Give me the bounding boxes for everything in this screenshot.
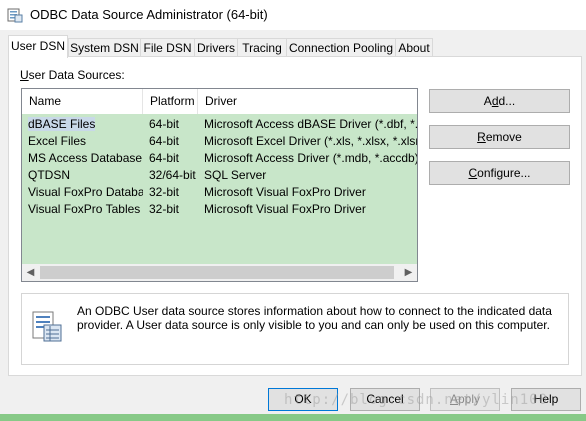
column-header-platform[interactable]: Platform bbox=[143, 89, 198, 114]
row-platform: 32-bit bbox=[149, 185, 180, 199]
row-platform: 32/64-bit bbox=[149, 168, 196, 182]
apply-button[interactable]: Apply bbox=[430, 388, 500, 411]
row-platform: 64-bit bbox=[149, 151, 180, 165]
row-platform: 32-bit bbox=[149, 202, 180, 216]
list-item[interactable]: Visual FoxPro Tables 32-bit Microsoft Vi… bbox=[22, 201, 417, 218]
cancel-button[interactable]: Cancel bbox=[350, 388, 420, 411]
tab-about[interactable]: About bbox=[395, 38, 433, 57]
column-header-driver[interactable]: Driver bbox=[198, 89, 417, 114]
remove-button[interactable]: Remove bbox=[429, 125, 570, 149]
row-name: Visual FoxPro Tables bbox=[28, 202, 141, 216]
row-name: MS Access Database bbox=[28, 151, 143, 165]
configure-button[interactable]: Configure... bbox=[429, 161, 570, 185]
desktop-edge bbox=[0, 414, 586, 421]
row-driver: Microsoft Access Driver (*.mdb, *.accdb) bbox=[204, 151, 417, 165]
row-platform: 64-bit bbox=[149, 117, 180, 131]
row-name: Visual FoxPro Database bbox=[28, 185, 143, 199]
horizontal-scrollbar[interactable]: ◀ ▶ bbox=[22, 264, 417, 281]
odbc-app-icon bbox=[7, 8, 23, 23]
info-description: An ODBC User data source stores informat… bbox=[77, 304, 552, 332]
list-item[interactable]: QTDSN 32/64-bit SQL Server bbox=[22, 167, 417, 184]
tab-drivers[interactable]: Drivers bbox=[194, 38, 238, 57]
row-name: QTDSN bbox=[28, 168, 70, 182]
data-source-document-icon bbox=[32, 311, 62, 342]
window-title: ODBC Data Source Administrator (64-bit) bbox=[30, 7, 268, 22]
list-item[interactable]: Visual FoxPro Database 32-bit Microsoft … bbox=[22, 184, 417, 201]
list-body: dBASE Files 64-bit Microsoft Access dBAS… bbox=[22, 114, 417, 264]
row-driver: Microsoft Access dBASE Driver (*.dbf, *.… bbox=[204, 117, 417, 131]
scroll-right-icon[interactable]: ▶ bbox=[400, 264, 417, 281]
list-item[interactable]: Excel Files 64-bit Microsoft Excel Drive… bbox=[22, 133, 417, 150]
row-driver: Microsoft Excel Driver (*.xls, *.xlsx, *… bbox=[204, 134, 417, 148]
row-driver: Microsoft Visual FoxPro Driver bbox=[204, 202, 366, 216]
row-driver: SQL Server bbox=[204, 168, 267, 182]
scroll-left-icon[interactable]: ◀ bbox=[22, 264, 39, 281]
title-bar: ODBC Data Source Administrator (64-bit) bbox=[0, 0, 586, 30]
help-button[interactable]: Help bbox=[511, 388, 581, 411]
row-driver: Microsoft Visual FoxPro Driver bbox=[204, 185, 366, 199]
user-data-sources-label: User Data Sources: bbox=[20, 68, 125, 82]
row-platform: 64-bit bbox=[149, 134, 180, 148]
tab-file-dsn[interactable]: File DSN bbox=[140, 38, 195, 57]
add-button[interactable]: Add... bbox=[429, 89, 570, 113]
row-name: dBASE Files bbox=[28, 117, 96, 131]
tab-connection-pooling[interactable]: Connection Pooling bbox=[286, 38, 396, 57]
list-item[interactable]: MS Access Database 64-bit Microsoft Acce… bbox=[22, 150, 417, 167]
info-box: An ODBC User data source stores informat… bbox=[21, 293, 569, 365]
tab-system-dsn[interactable]: System DSN bbox=[68, 38, 141, 57]
tab-user-dsn[interactable]: User DSN bbox=[8, 35, 68, 58]
tab-panel-user-dsn: User Data Sources: Name Platform Driver … bbox=[8, 56, 582, 376]
scrollbar-thumb[interactable] bbox=[40, 266, 394, 279]
list-item[interactable]: dBASE Files 64-bit Microsoft Access dBAS… bbox=[22, 116, 417, 133]
tab-tracing[interactable]: Tracing bbox=[237, 38, 287, 57]
data-sources-list[interactable]: Name Platform Driver dBASE Files 64-bit … bbox=[21, 88, 418, 282]
list-header: Name Platform Driver bbox=[22, 89, 417, 114]
row-name: Excel Files bbox=[28, 134, 87, 148]
column-header-name[interactable]: Name bbox=[22, 89, 143, 114]
ok-button[interactable]: OK bbox=[268, 388, 338, 411]
